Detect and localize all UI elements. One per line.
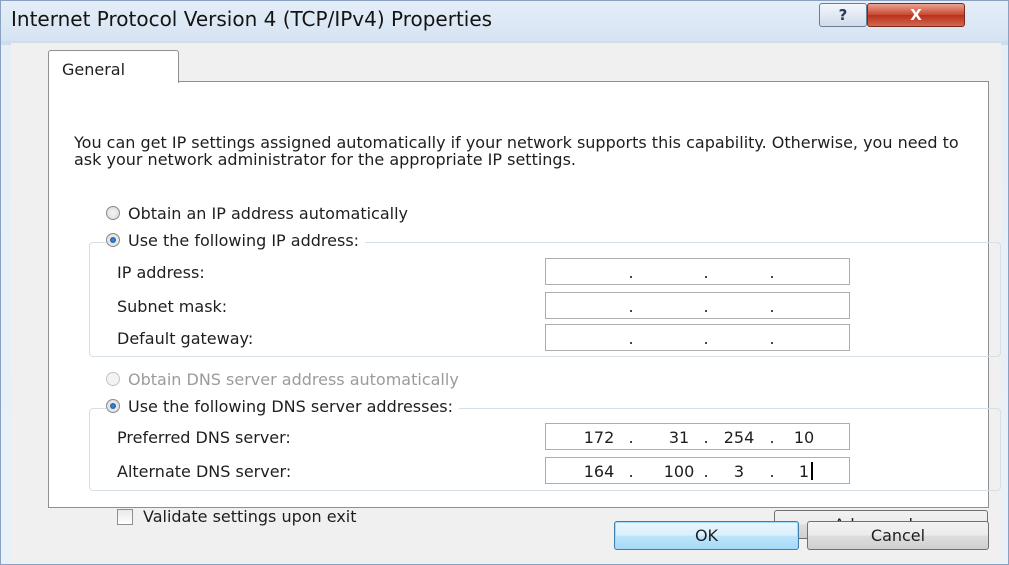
use-following-dns-label: Use the following DNS server addresses: <box>128 396 454 416</box>
ip-octet[interactable]: 3 <box>734 462 744 481</box>
alternate-dns-input[interactable]: 164 100 3 1... <box>545 457 850 484</box>
ip-octet[interactable]: 1 <box>799 462 809 481</box>
alternate-dns-label: Alternate DNS server: <box>117 462 292 481</box>
help-icon: ? <box>838 6 848 24</box>
preferred-dns-label: Preferred DNS server: <box>117 428 291 447</box>
radio-checked-icon <box>106 399 120 413</box>
ip-octet[interactable]: 31 <box>669 428 689 447</box>
use-following-ip-label: Use the following IP address: <box>128 230 360 250</box>
close-icon: X <box>910 6 922 24</box>
obtain-ip-auto-label: Obtain an IP address automatically <box>128 203 409 223</box>
ip-octet[interactable]: 100 <box>664 462 695 481</box>
subnet-mask-label: Subnet mask: <box>117 297 228 316</box>
radio-unchecked-icon <box>106 206 120 220</box>
validate-settings-checkbox[interactable]: Validate settings upon exit <box>117 507 357 526</box>
checkbox-icon <box>117 508 133 525</box>
use-following-dns-radio[interactable]: Use the following DNS server addresses: <box>106 395 460 417</box>
ip-separator-dot: . <box>769 329 775 348</box>
ip-octet[interactable]: 164 <box>584 462 615 481</box>
ok-button[interactable]: OK <box>614 521 799 550</box>
intro-text: You can get IP settings assigned automat… <box>74 133 959 169</box>
obtain-ip-auto-radio[interactable]: Obtain an IP address automatically <box>106 202 415 224</box>
ip-separator-dot: . <box>703 462 709 481</box>
validate-settings-label: Validate settings upon exit <box>143 507 357 526</box>
ip-separator-dot: . <box>628 329 634 348</box>
ip-octet[interactable]: 10 <box>794 428 814 447</box>
radio-checked-icon <box>106 233 120 247</box>
close-button[interactable]: X <box>867 3 965 27</box>
ip-address-input[interactable]: ... <box>545 258 850 285</box>
obtain-dns-auto-radio[interactable]: Obtain DNS server address automatically <box>106 368 465 390</box>
cancel-button[interactable]: Cancel <box>807 521 989 550</box>
window-title: Internet Protocol Version 4 (TCP/IPv4) P… <box>11 7 493 31</box>
text-caret <box>811 462 813 480</box>
ip-separator-dot: . <box>703 263 709 282</box>
obtain-dns-auto-label: Obtain DNS server address automatically <box>128 369 459 389</box>
title-bar[interactable]: Internet Protocol Version 4 (TCP/IPv4) P… <box>1 1 1008 41</box>
ip-separator-dot: . <box>769 263 775 282</box>
default-gateway-input[interactable]: ... <box>545 324 850 351</box>
ip-octet[interactable]: 172 <box>584 428 615 447</box>
ip-separator-dot: . <box>703 329 709 348</box>
ip-separator-dot: . <box>769 462 775 481</box>
ip-octet[interactable]: 254 <box>724 428 755 447</box>
help-button[interactable]: ? <box>819 3 867 27</box>
tab-general[interactable]: General <box>48 50 179 83</box>
ip-separator-dot: . <box>628 263 634 282</box>
ip-separator-dot: . <box>769 428 775 447</box>
ip-address-label: IP address: <box>117 263 205 282</box>
use-following-ip-radio[interactable]: Use the following IP address: <box>106 229 366 251</box>
dialog-client-area: General You can get IP settings assigned… <box>11 43 1001 561</box>
ip-separator-dot: . <box>703 297 709 316</box>
default-gateway-label: Default gateway: <box>117 329 254 348</box>
preferred-dns-input[interactable]: 172 31 254 10... <box>545 423 850 450</box>
radio-disabled-icon <box>106 372 120 386</box>
subnet-mask-input[interactable]: ... <box>545 292 850 319</box>
dialog-window: Internet Protocol Version 4 (TCP/IPv4) P… <box>0 0 1009 565</box>
ip-separator-dot: . <box>628 462 634 481</box>
ip-separator-dot: . <box>628 297 634 316</box>
ip-separator-dot: . <box>769 297 775 316</box>
ip-separator-dot: . <box>628 428 634 447</box>
general-tab-panel: You can get IP settings assigned automat… <box>48 81 1001 539</box>
ip-separator-dot: . <box>703 428 709 447</box>
